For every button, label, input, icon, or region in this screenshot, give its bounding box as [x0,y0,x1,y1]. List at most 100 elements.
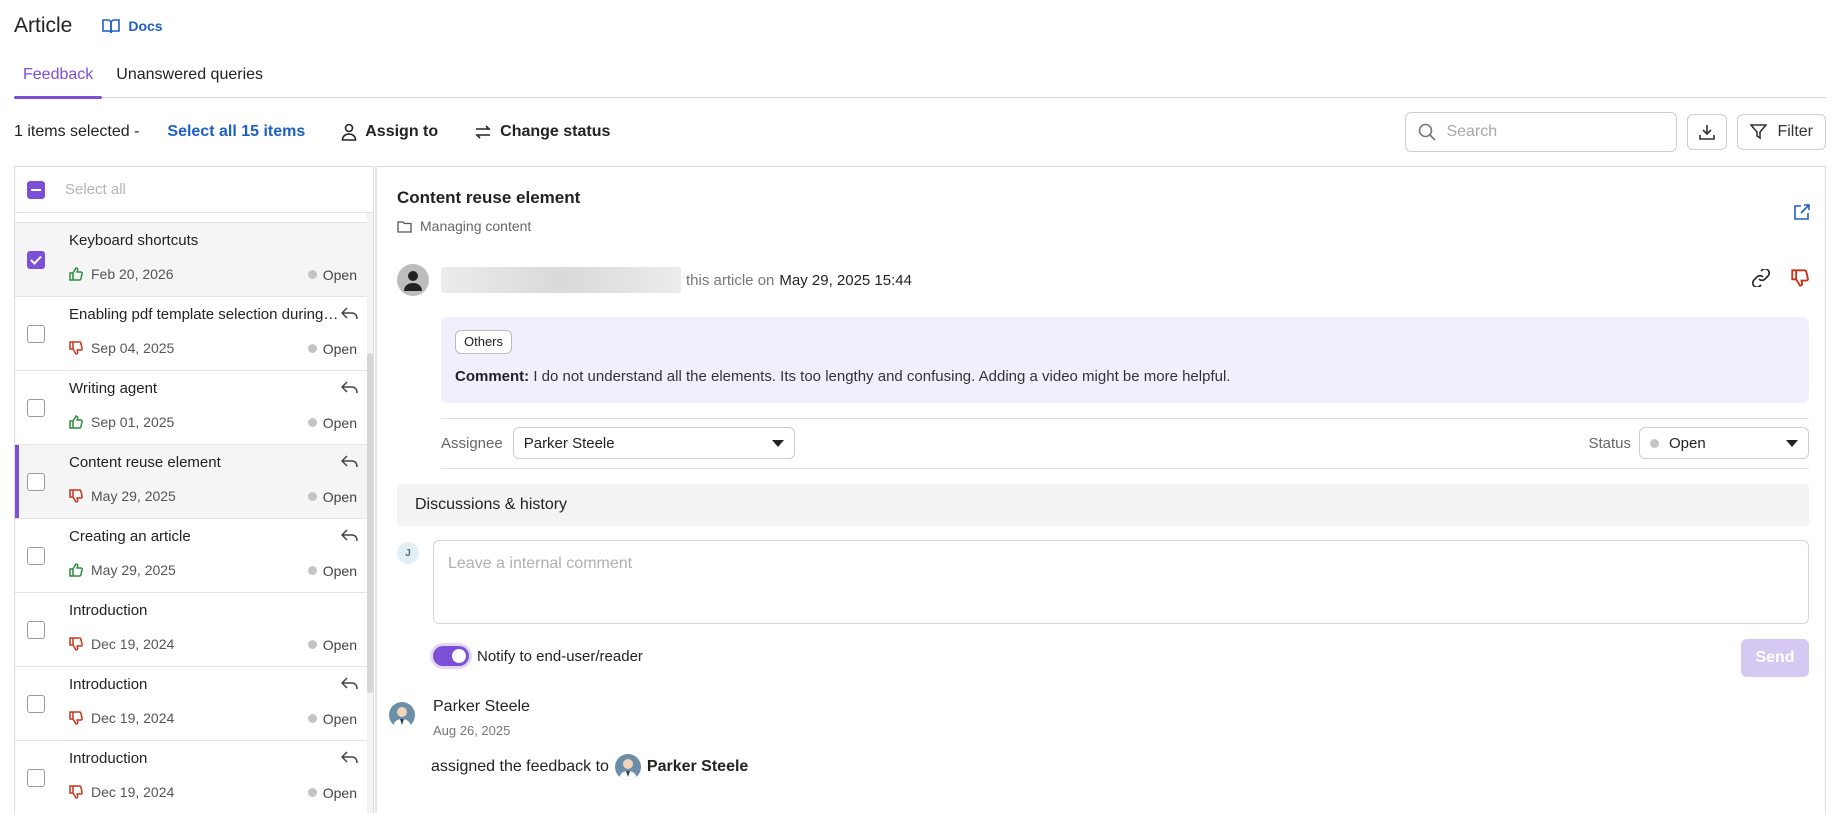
item-status: Open [322,710,357,727]
thumbs-down-icon [1791,269,1809,290]
thumbs-down-icon [69,340,83,355]
thumbs-down-icon [69,710,83,725]
list-item[interactable]: Introduction Dec 19, 2024 Open [15,593,373,667]
select-all-row: Select all [15,167,373,213]
internal-comment-input[interactable] [433,540,1809,624]
bulk-toolbar: 1 items selected - Select all 15 items A… [14,112,1826,152]
item-checkbox[interactable] [27,324,45,343]
status-dot [307,492,317,501]
feedback-detail: Content reuse element Managing content t… [375,166,1826,813]
feedback-comment: Comment: I do not understand all the ele… [455,368,1230,385]
activity-date: May 29, 2025 15:44 [779,271,912,289]
status-dot [307,566,317,575]
item-checkbox[interactable] [27,250,45,269]
list-item[interactable]: Introduction Dec 19, 2024 Open [15,741,373,813]
status-label: Status [1588,434,1631,452]
item-title: Writing agent [69,379,158,397]
thumbs-up-icon [69,562,83,577]
chevron-down-icon [1786,440,1798,447]
status-dot [307,640,317,649]
search-icon [1419,123,1437,141]
item-title: Introduction [69,675,148,693]
thumbs-down-icon [69,488,83,503]
filter-button[interactable]: Filter [1737,114,1826,150]
item-status: Open [322,784,357,801]
reply-icon [340,454,359,472]
item-status: Open [322,414,357,431]
search-box [1405,112,1678,152]
reply-icon [340,528,359,546]
item-checkbox[interactable] [27,398,45,417]
item-date: May 29, 2025 [91,487,176,504]
list-item[interactable]: Content reuse element May 29, 2025 Open [15,445,373,519]
select-all-items-link[interactable]: Select all 15 items [167,123,305,141]
feedback-comment-box: Others Comment: I do not understand all … [441,317,1809,403]
list-item[interactable]: Writing agent Sep 01, 2025 Open [15,371,373,445]
link-icon[interactable] [1751,267,1771,290]
select-all-checkbox[interactable] [27,180,45,199]
status-dot [1650,438,1659,448]
item-title: Introduction [69,749,148,767]
status-select[interactable]: Open [1639,427,1809,459]
item-date: Sep 01, 2025 [91,413,175,430]
user-silhouette-icon [404,271,422,291]
download-button[interactable] [1687,114,1728,150]
feedback-tag: Others [455,330,513,354]
notify-toggle-row: Notify to end-user/reader [433,646,643,666]
history-action: assigned the feedback to [431,758,609,775]
category-label: Managing content [420,218,532,234]
notify-toggle[interactable] [433,646,469,666]
item-status: Open [322,636,357,653]
detail-category: Managing content [397,218,531,234]
tab-feedback[interactable]: Feedback [14,62,103,99]
item-date: May 29, 2025 [91,561,176,578]
search-input[interactable] [1446,123,1647,141]
change-status-button[interactable]: Change status [474,123,610,141]
item-checkbox[interactable] [27,546,45,565]
list-item[interactable]: Enabling pdf template selection during e… [15,297,373,371]
list-item[interactable]: Creating an article May 29, 2025 Open [15,519,373,593]
status-dot [307,714,317,723]
history-author: Parker Steele [433,698,530,715]
feedback-author-row: this article on May 29, 2025 15:44 [397,263,1809,297]
comment-label: Comment: [455,368,530,385]
item-checkbox[interactable] [27,620,45,639]
reply-icon [340,306,359,324]
discussions-header: Discussions & history [397,484,1809,526]
page-header: Article Docs [14,14,163,38]
external-link-icon[interactable] [1793,203,1811,224]
item-title: Enabling pdf template selection during e… [69,305,339,323]
tab-unanswered-queries[interactable]: Unanswered queries [107,62,272,98]
item-date: Dec 19, 2024 [91,783,175,800]
status-dot [307,270,317,279]
item-title: Content reuse element [69,453,221,471]
status-dot [307,344,317,353]
list-item[interactable]: Keyboard shortcuts Feb 20, 2026 Open [15,223,373,297]
reply-icon [340,750,359,768]
change-status-label: Change status [500,123,611,140]
assign-to-button[interactable]: Assign to [341,123,438,141]
assignee-select[interactable]: Parker Steele [512,427,795,459]
item-status: Open [322,266,357,283]
assignee-value: Parker Steele [523,434,615,452]
thumbs-down-icon [69,636,83,651]
docs-link[interactable]: Docs [102,18,163,34]
send-button[interactable]: Send [1741,639,1809,677]
detail-title: Content reuse element [397,188,581,207]
folder-icon [397,220,412,233]
item-checkbox[interactable] [27,768,45,787]
notify-label: Notify to end-user/reader [477,647,643,665]
tab-bar: Feedback Unanswered queries [14,62,1826,99]
history-entry: assigned the feedback to Parker Steele [431,754,748,780]
assignment-row: Assignee Parker Steele Status Open [441,427,1809,459]
item-checkbox[interactable] [27,694,45,713]
list-scrollbar-thumb[interactable] [367,353,373,693]
activity-text: this article on [686,271,775,289]
item-checkbox[interactable] [27,472,45,491]
assign-to-label: Assign to [365,123,439,140]
item-title: Introduction [69,601,148,619]
list-item[interactable]: Introduction Dec 19, 2024 Open [15,667,373,741]
redacted-user-name [441,267,681,293]
user-avatar [397,264,429,296]
status-dot [307,788,317,797]
